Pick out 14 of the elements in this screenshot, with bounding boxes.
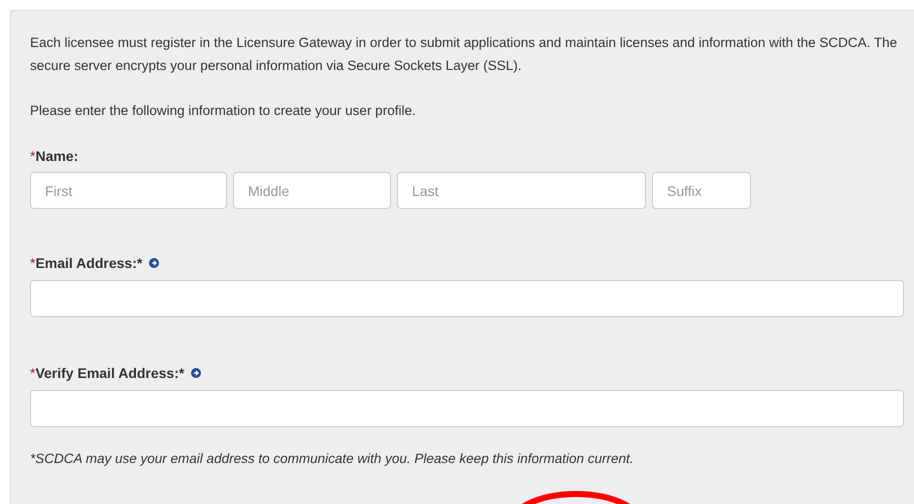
- email-input-field[interactable]: [30, 390, 904, 427]
- info-icon[interactable]: [149, 258, 160, 268]
- instruction-text: Please enter the following information to create your user profile.: [30, 102, 417, 120]
- field-label: *Name:: [30, 148, 78, 164]
- name-input-field[interactable]: Suffix: [652, 172, 751, 209]
- name-input-field[interactable]: Middle: [233, 172, 391, 209]
- info-icon[interactable]: [191, 368, 202, 378]
- name-input-field[interactable]: Last: [397, 172, 646, 209]
- name-input-field[interactable]: First: [30, 172, 227, 209]
- email-note: *SCDCA may use your email address to communicate with you. Please keep this information current.: [30, 450, 635, 468]
- field-label: *Email Address:*: [30, 255, 142, 271]
- field-label: *Verify Email Address:*: [30, 365, 184, 381]
- intro-text: Each licensee must register in the Licensure Gateway in order to submit applications and maintain licenses and information with the SCDCA. The secure server encrypts your personal information via Secure Sockets Layer (SSL).: [30, 34, 898, 75]
- email-input-field[interactable]: [30, 280, 904, 317]
